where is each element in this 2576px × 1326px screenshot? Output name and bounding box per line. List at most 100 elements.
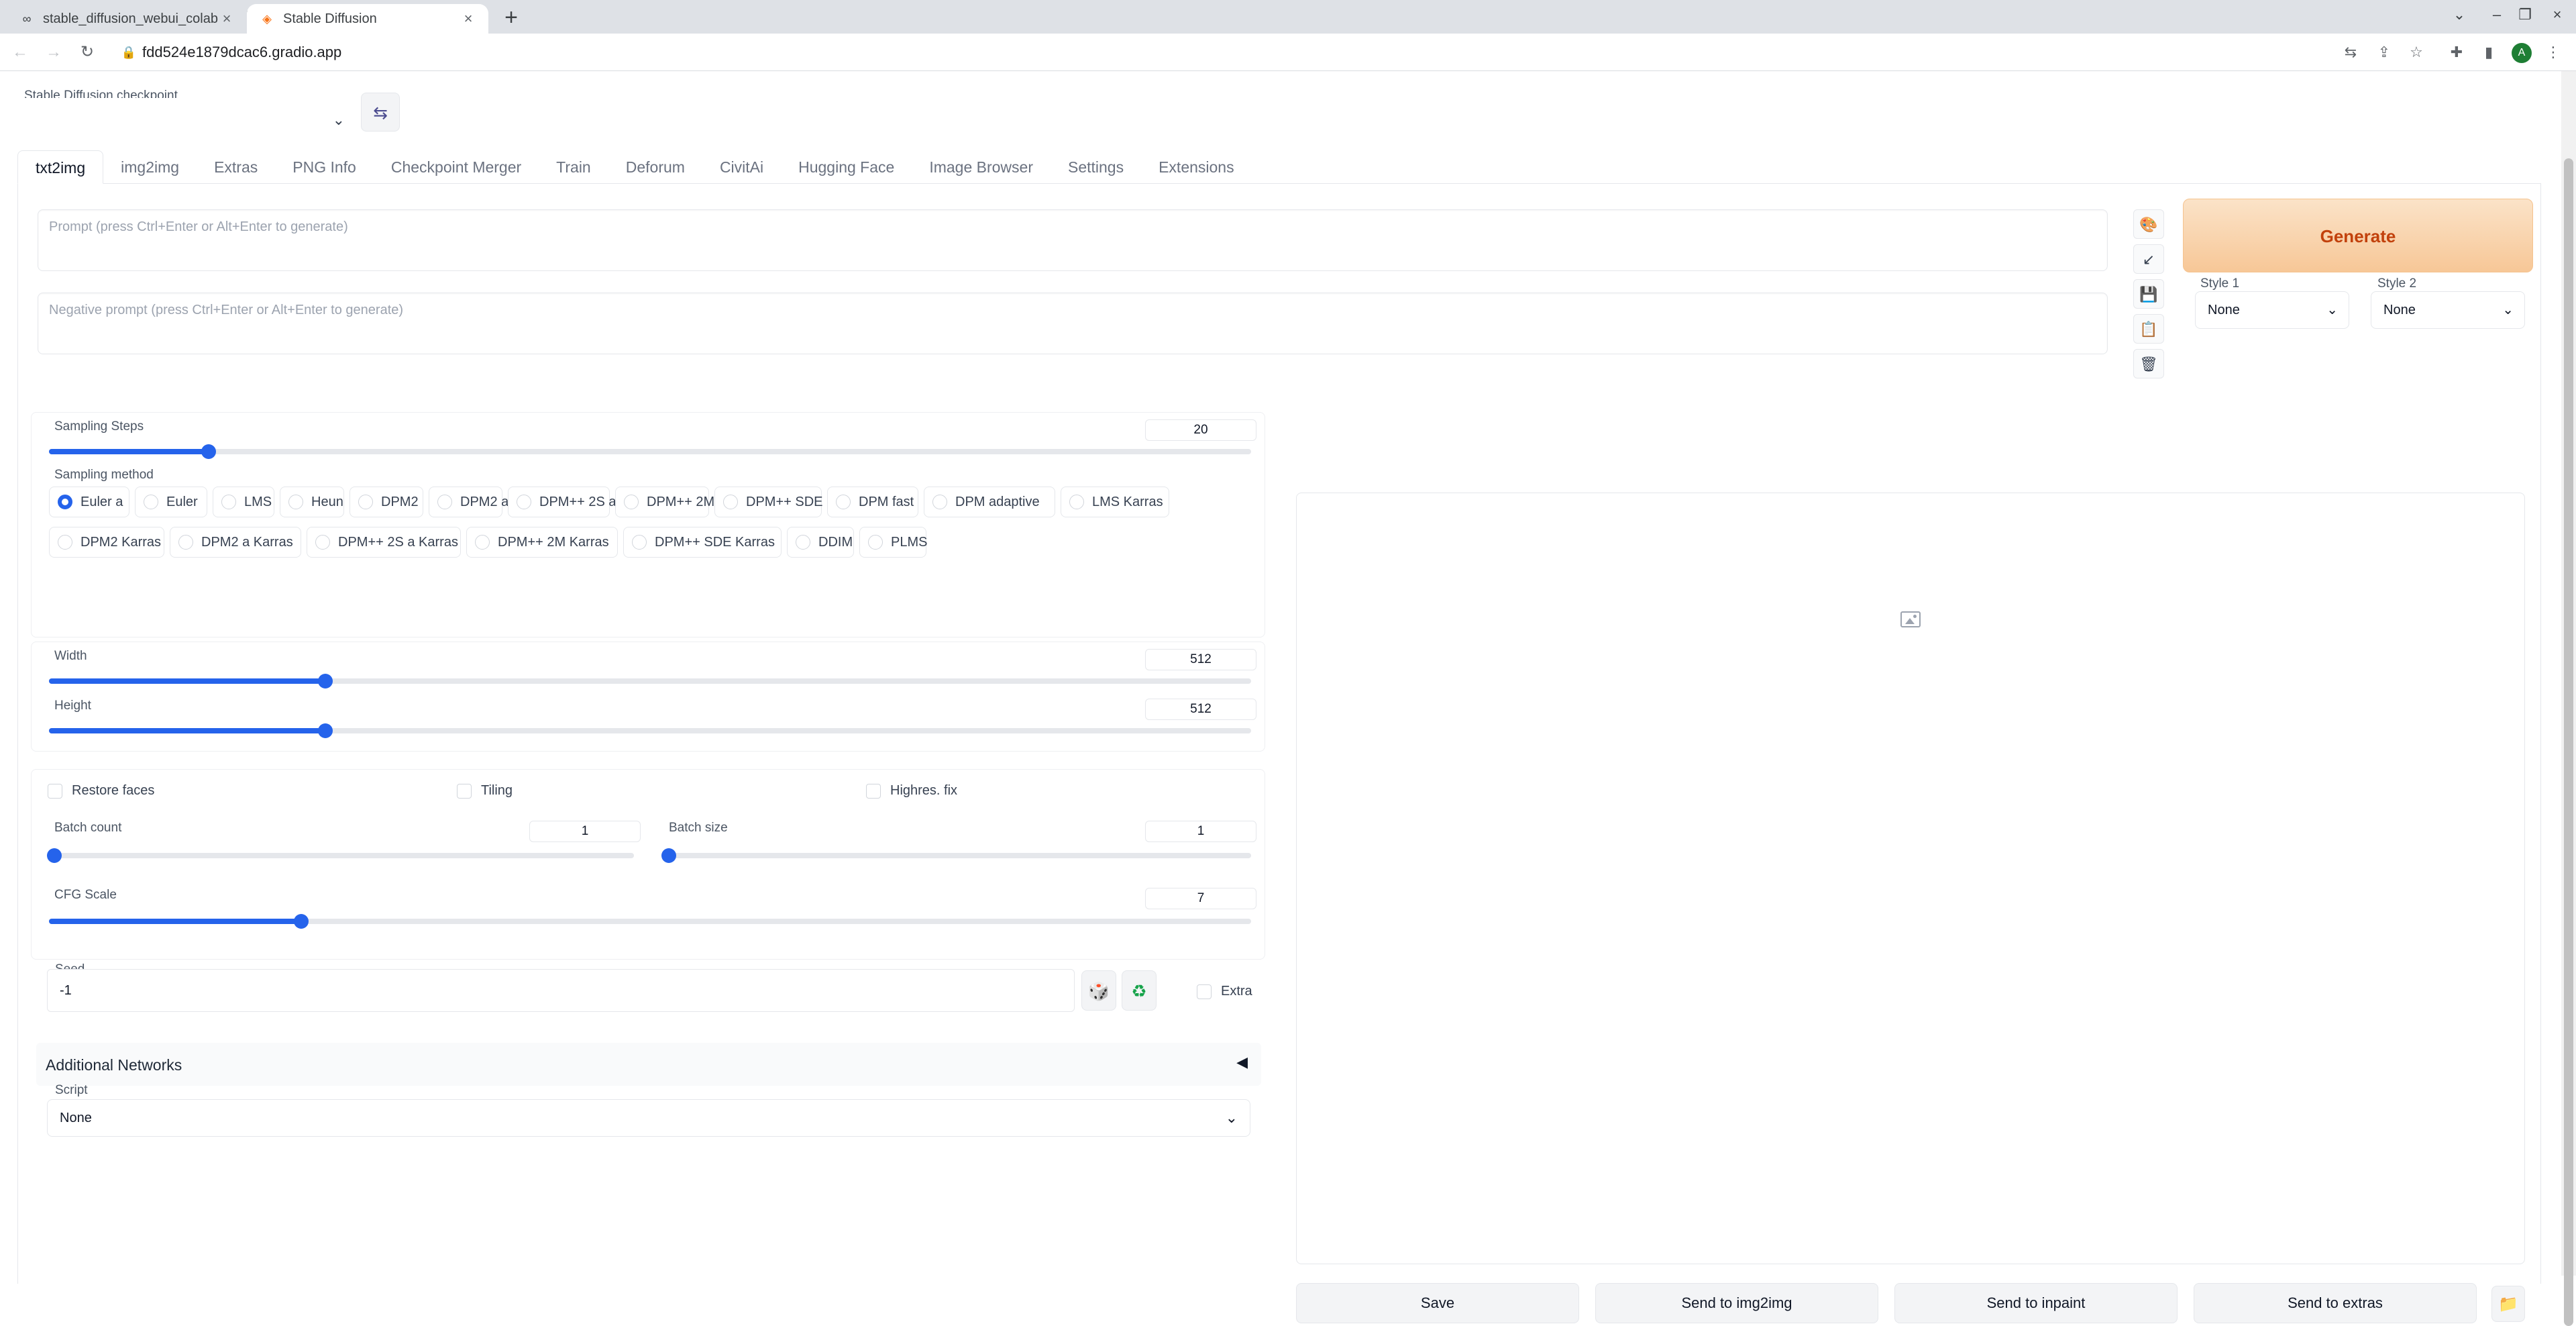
batch-count-number[interactable]: 1: [529, 821, 641, 842]
back-icon[interactable]: ←: [8, 40, 32, 64]
checkbox-box[interactable]: [1197, 984, 1212, 999]
sampling-radio-dpm-fast[interactable]: DPM fast: [827, 487, 918, 517]
tab-png-info[interactable]: PNG Info: [275, 150, 374, 184]
radio-circle[interactable]: [796, 535, 810, 550]
page-scrollbar[interactable]: [2561, 71, 2576, 1326]
batch-size-slider[interactable]: [661, 848, 1251, 863]
style1-select[interactable]: None ⌄: [2195, 291, 2349, 329]
checkbox-box[interactable]: [866, 783, 881, 799]
radio-circle[interactable]: [437, 495, 452, 509]
radio-circle[interactable]: [1069, 495, 1084, 509]
sampling-radio-dpm2-a-karras[interactable]: DPM2 a Karras: [170, 527, 301, 558]
tab-txt2img[interactable]: txt2img: [17, 150, 104, 184]
radio-circle[interactable]: [221, 495, 236, 509]
trash-icon[interactable]: 🗑: [2133, 349, 2164, 378]
menu-kebab-icon[interactable]: ⋮: [2541, 40, 2565, 64]
send-to-inpaint-button[interactable]: Send to inpaint: [1894, 1283, 2178, 1323]
radio-circle[interactable]: [144, 495, 158, 509]
sampling-radio-dpm2[interactable]: DPM2: [350, 487, 423, 517]
slider-knob[interactable]: [294, 914, 309, 929]
checkbox-box[interactable]: [457, 783, 472, 799]
share-icon[interactable]: ⇪: [2372, 40, 2396, 64]
refresh-checkpoint-button[interactable]: ⇆: [361, 93, 400, 132]
radio-circle[interactable]: [624, 495, 639, 509]
radio-circle[interactable]: [868, 535, 883, 550]
sampling-radio-dpm-sde-karras[interactable]: DPM++ SDE Karras: [623, 527, 782, 558]
sampling-steps-number[interactable]: 20: [1145, 419, 1256, 441]
sampling-radio-dpm2-a[interactable]: DPM2 a: [429, 487, 508, 517]
tab-search-icon[interactable]: ⌄: [2440, 0, 2478, 34]
batch-size-number[interactable]: 1: [1145, 821, 1256, 842]
tab-deforum[interactable]: Deforum: [608, 150, 702, 184]
save-style-icon[interactable]: 💾: [2133, 279, 2164, 309]
seed-input[interactable]: -1: [47, 969, 1075, 1012]
radio-circle[interactable]: [58, 535, 72, 550]
radio-circle[interactable]: [517, 495, 531, 509]
radio-circle[interactable]: [632, 535, 647, 550]
checkbox-box[interactable]: [48, 783, 62, 799]
tab-train[interactable]: Train: [539, 150, 608, 184]
slider-knob[interactable]: [47, 848, 62, 863]
tab-checkpoint-merger[interactable]: Checkpoint Merger: [374, 150, 539, 184]
style2-select[interactable]: None ⌄: [2371, 291, 2525, 329]
restore-faces-checkbox[interactable]: Restore faces: [48, 783, 154, 799]
sampling-radio-euler[interactable]: Euler: [135, 487, 207, 517]
cfg-scale-number[interactable]: 7: [1145, 888, 1256, 909]
slider-knob[interactable]: [318, 723, 333, 738]
sampling-radio-dpm-adaptive[interactable]: DPM adaptive: [924, 487, 1055, 517]
radio-circle[interactable]: [315, 535, 330, 550]
radio-circle[interactable]: [58, 495, 72, 509]
send-to-img2img-button[interactable]: Send to img2img: [1595, 1283, 1878, 1323]
tab-settings[interactable]: Settings: [1051, 150, 1141, 184]
extensions-puzzle-icon[interactable]: ✚: [2445, 40, 2469, 64]
sampling-radio-ddim[interactable]: DDIM: [787, 527, 854, 558]
browser-tab-stable-diffusion[interactable]: ◈ Stable Diffusion ×: [247, 4, 488, 34]
slider-knob[interactable]: [201, 444, 217, 459]
extra-seed-checkbox[interactable]: Extra: [1197, 984, 1252, 999]
slider-knob[interactable]: [661, 848, 676, 863]
profile-avatar[interactable]: A: [2512, 43, 2532, 63]
open-folder-icon[interactable]: 📁: [2491, 1286, 2525, 1322]
new-tab-button[interactable]: +: [498, 5, 525, 30]
sampling-radio-dpm-sde[interactable]: DPM++ SDE: [714, 487, 822, 517]
sampling-radio-lms-karras[interactable]: LMS Karras: [1061, 487, 1169, 517]
sampling-radio-dpm-2s-a-karras[interactable]: DPM++ 2S a Karras: [307, 527, 461, 558]
radio-circle[interactable]: [932, 495, 947, 509]
radio-circle[interactable]: [475, 535, 490, 550]
tiling-checkbox[interactable]: Tiling: [457, 783, 513, 799]
save-button[interactable]: Save: [1296, 1283, 1579, 1323]
forward-icon[interactable]: →: [42, 40, 66, 64]
additional-networks-accordion[interactable]: Additional Networks ◀: [36, 1043, 1261, 1086]
script-select[interactable]: None ⌄: [47, 1099, 1250, 1137]
tab-civitai[interactable]: CivitAi: [702, 150, 781, 184]
tab-extras[interactable]: Extras: [197, 150, 275, 184]
checkpoint-select[interactable]: ⌄: [19, 98, 354, 140]
sampling-radio-dpm2-karras[interactable]: DPM2 Karras: [49, 527, 164, 558]
send-to-extras-button[interactable]: Send to extras: [2194, 1283, 2477, 1323]
negative-prompt-input[interactable]: Negative prompt (press Ctrl+Enter or Alt…: [38, 293, 2108, 354]
close-window-icon[interactable]: ×: [2538, 0, 2576, 34]
reuse-seed-recycle-icon[interactable]: ♻: [1122, 970, 1157, 1011]
lock-icon[interactable]: 🔒: [119, 43, 138, 62]
reload-icon[interactable]: ↻: [75, 40, 99, 64]
radio-circle[interactable]: [288, 495, 303, 509]
sampling-radio-dpm-2m[interactable]: DPM++ 2M: [615, 487, 714, 517]
width-number[interactable]: 512: [1145, 649, 1256, 670]
radio-circle[interactable]: [836, 495, 851, 509]
close-icon[interactable]: ×: [460, 10, 476, 28]
height-number[interactable]: 512: [1145, 699, 1256, 720]
translate-icon[interactable]: ⇆: [2339, 40, 2363, 64]
sampling-radio-lms[interactable]: LMS: [213, 487, 274, 517]
height-slider[interactable]: [49, 723, 1251, 738]
close-icon[interactable]: ×: [219, 10, 235, 28]
sampling-radio-dpm-2s-a[interactable]: DPM++ 2S a: [508, 487, 616, 517]
generate-button[interactable]: Generate: [2183, 199, 2533, 272]
slider-knob[interactable]: [318, 674, 333, 688]
width-slider[interactable]: [49, 674, 1251, 688]
bookmark-star-icon[interactable]: ☆: [2404, 40, 2428, 64]
sampling-radio-plms[interactable]: PLMS: [859, 527, 927, 558]
tab-extensions[interactable]: Extensions: [1141, 150, 1252, 184]
sampling-steps-slider[interactable]: [49, 444, 1251, 459]
address-bar[interactable]: fdd524e1879dcac6.gradio.app: [142, 43, 341, 62]
random-seed-dice-icon[interactable]: 🎲: [1081, 970, 1116, 1011]
